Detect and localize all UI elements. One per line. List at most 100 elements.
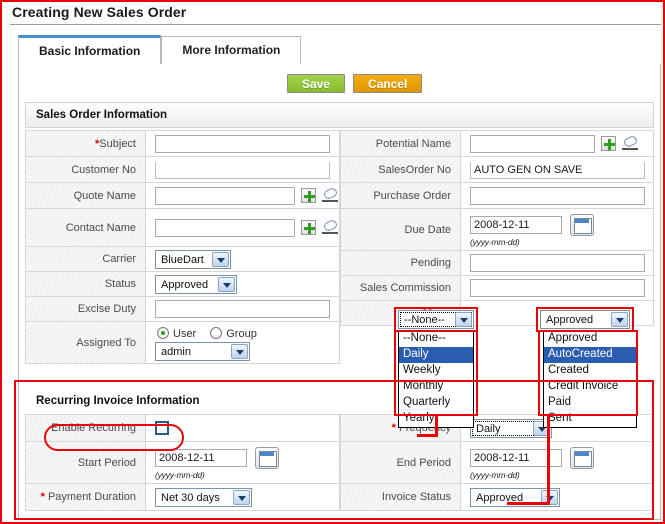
table-row: Pending <box>341 251 654 276</box>
table-row: *Subject <box>26 131 340 157</box>
label-status: Status <box>26 272 146 297</box>
contact-name-input[interactable] <box>155 219 295 237</box>
quote-name-input[interactable] <box>155 187 295 205</box>
assigned-to-mode-group: UserGroup <box>155 324 339 342</box>
add-icon[interactable] <box>301 220 316 235</box>
tab-basic-information[interactable]: Basic Information <box>18 35 161 64</box>
frequency-option[interactable]: Weekly <box>399 363 473 379</box>
radio-user[interactable] <box>157 327 169 339</box>
tab-more-information[interactable]: More Information <box>161 36 301 64</box>
table-row: Due Date (yyyy-mm-dd) <box>341 209 654 251</box>
chevron-down-icon <box>233 490 250 505</box>
cell-start-period: (yyyy-mm-dd) <box>146 442 340 484</box>
table-row: SalesOrder No <box>341 157 654 183</box>
sales-order-right-grid: Potential Name SalesOrder No Purchase Or… <box>340 130 654 326</box>
end-period-format-hint: (yyyy-mm-dd) <box>470 470 653 480</box>
eraser-icon[interactable] <box>322 220 338 235</box>
accu-frequency-select[interactable]: --None-- <box>398 310 474 329</box>
calendar-icon[interactable] <box>255 447 279 469</box>
cell-subject <box>146 131 340 157</box>
form-action-buttons: Save Cancel <box>287 74 430 93</box>
invoice-status-option[interactable]: AutoCreated <box>544 347 636 363</box>
recurring-left-grid: Enable Recurring Start Period (yyyy-mm-d… <box>25 414 340 511</box>
cell-salesorder-no <box>461 157 654 183</box>
frequency-select[interactable]: Daily <box>470 419 552 438</box>
cell-quote-name <box>146 183 340 209</box>
annotation-connector-frequency-vertical <box>435 414 438 436</box>
assigned-to-select[interactable]: admin <box>155 342 250 361</box>
annotated-screenshot-frame: Creating New Sales Order Basic Informati… <box>0 0 665 524</box>
label-quote-name: Quote Name <box>26 183 146 209</box>
frequency-option[interactable]: Daily <box>399 347 473 363</box>
invoice-status-option[interactable]: Sent <box>544 411 636 427</box>
tab-bar: Basic Information More Information <box>18 35 301 64</box>
frequency-option[interactable]: Monthly <box>399 379 473 395</box>
calendar-icon[interactable] <box>570 214 594 236</box>
invoice-status-option[interactable]: Credit Invoice <box>544 379 636 395</box>
chevron-down-icon <box>611 312 628 327</box>
table-row: Status Approved <box>26 272 340 297</box>
table-row: Quote Name <box>26 183 340 209</box>
subject-input[interactable] <box>155 135 330 153</box>
label-invoice-status: Invoice Status <box>341 484 461 511</box>
label-enable-recurring: Enable Recurring <box>26 415 146 442</box>
table-row: Excise Duty <box>26 297 340 322</box>
salesorder-no-input[interactable] <box>470 161 645 179</box>
accu-invoice-status-select[interactable]: Approved <box>540 310 630 329</box>
add-icon[interactable] <box>301 188 316 203</box>
calendar-icon[interactable] <box>570 447 594 469</box>
page-title: Creating New Sales Order <box>12 4 186 20</box>
label-customer-no: Customer No <box>26 157 146 183</box>
frequency-option[interactable]: Quarterly <box>399 395 473 411</box>
pending-input[interactable] <box>470 254 645 272</box>
radio-group-label: Group <box>226 328 257 340</box>
due-date-format-hint: (yyyy-mm-dd) <box>470 237 653 247</box>
required-asterisk: * <box>392 422 396 434</box>
carrier-select-value: BlueDart <box>161 254 204 266</box>
cell-assigned-to: UserGroup admin <box>146 322 340 364</box>
due-date-input[interactable] <box>470 216 562 234</box>
start-period-input[interactable] <box>155 449 247 467</box>
invoice-status-option[interactable]: Approved <box>544 331 636 347</box>
table-row: Sales Commission <box>341 276 654 301</box>
potential-name-input[interactable] <box>470 135 595 153</box>
add-icon[interactable] <box>601 136 616 151</box>
frequency-option[interactable]: --None-- <box>399 331 473 347</box>
table-row: Enable Recurring <box>26 415 340 442</box>
payment-duration-select[interactable]: Net 30 days <box>155 488 252 507</box>
assigned-to-select-value: admin <box>161 346 191 358</box>
table-row: Assigned To UserGroup admin <box>26 322 340 364</box>
cancel-button[interactable]: Cancel <box>353 74 422 93</box>
label-subject: *Subject <box>26 131 146 157</box>
annotation-connector-invoice-horizontal <box>507 502 550 505</box>
label-carrier: Carrier <box>26 247 146 272</box>
invoice-status-dropdown-list[interactable]: ApprovedAutoCreatedCreatedCredit Invoice… <box>543 330 637 428</box>
invoice-status-option[interactable]: Created <box>544 363 636 379</box>
accu-frequency-select-value: --None-- <box>404 314 445 326</box>
enable-recurring-checkbox[interactable] <box>155 421 169 435</box>
table-row: Purchase Order <box>341 183 654 209</box>
eraser-icon[interactable] <box>622 136 638 151</box>
table-row: Start Period (yyyy-mm-dd) <box>26 442 340 484</box>
tab-basic-information-label: Basic Information <box>39 44 140 58</box>
cell-invoice-status: Approved <box>461 484 654 511</box>
cell-status: Approved <box>146 272 340 297</box>
sales-commission-input[interactable] <box>470 279 645 297</box>
customer-no-input[interactable] <box>155 161 330 179</box>
excise-duty-input[interactable] <box>155 300 330 318</box>
label-due-date: Due Date <box>341 209 461 251</box>
cell-customer-no <box>146 157 340 183</box>
purchase-order-input[interactable] <box>470 187 645 205</box>
chevron-down-icon <box>455 312 472 327</box>
cell-due-date: (yyyy-mm-dd) <box>461 209 654 251</box>
annotation-connector-frequency-horizontal <box>417 434 438 437</box>
carrier-select[interactable]: BlueDart <box>155 250 231 269</box>
save-button[interactable]: Save <box>287 74 345 93</box>
radio-group[interactable] <box>210 327 222 339</box>
eraser-icon[interactable] <box>322 188 338 203</box>
label-purchase-order: Purchase Order <box>341 183 461 209</box>
status-select[interactable]: Approved <box>155 275 237 294</box>
label-contact-name: Contact Name <box>26 209 146 247</box>
invoice-status-option[interactable]: Paid <box>544 395 636 411</box>
label-sales-commission: Sales Commission <box>341 276 461 301</box>
